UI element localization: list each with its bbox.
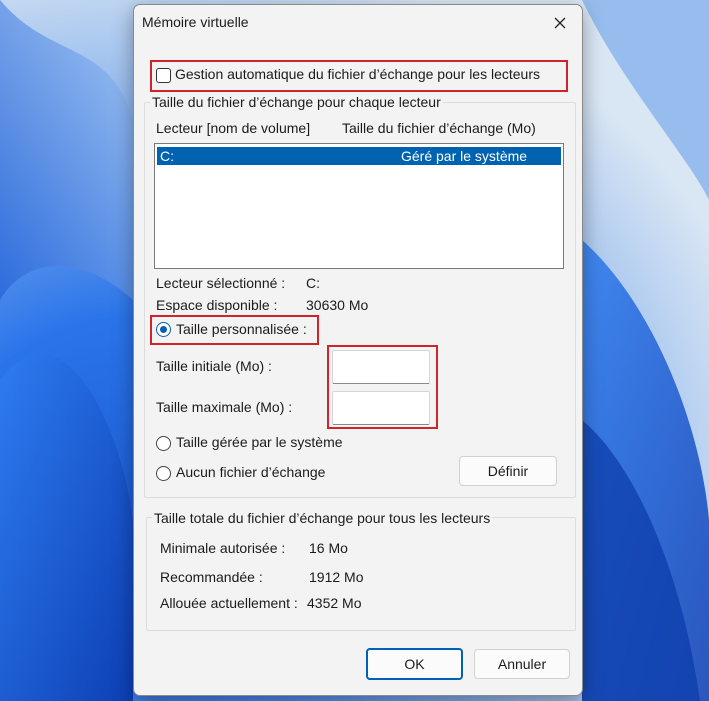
drive-cell: C:	[160, 148, 174, 164]
column-header-drive: Lecteur [nom de volume]	[156, 120, 311, 136]
current-alloc-label: Allouée actuellement :	[160, 595, 298, 611]
system-managed-radio[interactable]	[156, 436, 171, 451]
drive-list[interactable]: C: Géré par le système	[154, 143, 564, 269]
highlight-size-fields	[327, 345, 438, 429]
total-group-label: Taille totale du fichier d’échange pour …	[152, 510, 493, 526]
recommended-value: 1912 Mo	[309, 569, 364, 585]
max-size-label: Taille maximale (Mo) :	[156, 399, 293, 415]
close-icon[interactable]	[550, 13, 570, 33]
no-paging-label: Aucun fichier d’échange	[176, 464, 326, 480]
cancel-button[interactable]: Annuler	[474, 649, 570, 679]
free-space-label: Espace disponible :	[156, 297, 278, 313]
initial-size-label: Taille initiale (Mo) :	[156, 358, 272, 374]
dialog-title: Mémoire virtuelle	[142, 14, 249, 30]
per-drive-group-label: Taille du fichier d’échange pour chaque …	[150, 94, 443, 110]
highlight-custom-size	[150, 315, 319, 345]
ok-button[interactable]: OK	[366, 648, 463, 680]
free-space-value: 30630 Mo	[306, 297, 369, 313]
highlight-auto-manage	[150, 60, 568, 92]
no-paging-radio[interactable]	[156, 466, 171, 481]
virtual-memory-dialog: Mémoire virtuelle Gestion automatique du…	[133, 4, 583, 696]
current-alloc-value: 4352 Mo	[307, 595, 362, 611]
size-cell: Géré par le système	[401, 148, 528, 164]
recommended-label: Recommandée :	[160, 569, 263, 585]
column-header-size: Taille du fichier d’échange (Mo)	[342, 120, 536, 136]
selected-drive-label: Lecteur sélectionné :	[156, 275, 286, 291]
min-allowed-value: 16 Mo	[309, 540, 348, 556]
system-managed-label: Taille gérée par le système	[176, 434, 343, 450]
min-allowed-label: Minimale autorisée :	[160, 540, 286, 556]
selected-drive-value: C:	[306, 275, 320, 291]
set-button[interactable]: Définir	[459, 456, 557, 486]
list-item[interactable]: C: Géré par le système	[157, 147, 561, 165]
